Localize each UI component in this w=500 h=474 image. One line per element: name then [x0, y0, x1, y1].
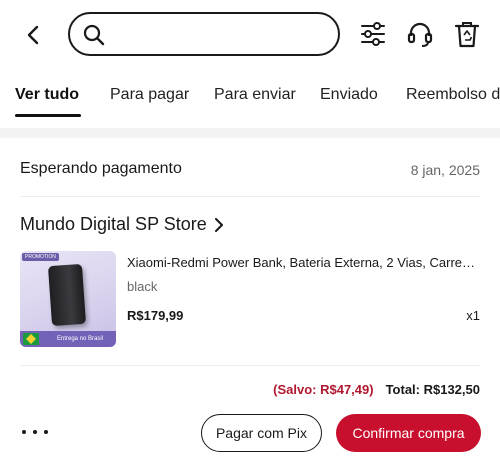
back-button[interactable] [18, 20, 48, 50]
more-dots-icon-dot [33, 430, 37, 434]
more-dots-icon [22, 430, 26, 434]
more-options-button[interactable] [22, 422, 48, 442]
confirm-purchase-button[interactable]: Confirmar compra [336, 414, 481, 452]
recycle-bin-icon [454, 22, 480, 48]
order-card: Esperando pagamento 8 jan, 2025 Mundo Di… [0, 138, 500, 474]
divider [20, 196, 480, 197]
tab-para-enviar[interactable]: Para enviar [214, 86, 296, 104]
back-arrow-icon [27, 25, 39, 45]
image-caption: Entrega no Brasil [57, 336, 104, 342]
power-bank-picture [47, 263, 87, 327]
order-date: 8 jan, 2025 [410, 162, 480, 178]
filter-button[interactable] [358, 18, 388, 50]
product-image[interactable]: PROMOTION Entrega no Brasil [20, 251, 116, 347]
search-icon [83, 24, 105, 46]
headset-icon [407, 22, 433, 47]
customer-service-button[interactable] [405, 18, 435, 50]
divider [20, 365, 480, 366]
tab-para-pagar[interactable]: Para pagar [110, 86, 189, 104]
active-tab-indicator [15, 114, 81, 117]
product-title[interactable]: Xiaomi-Redmi Power Bank, Bateria Externa… [127, 255, 482, 270]
image-badge: PROMOTION [22, 253, 59, 261]
total-amount: Total: R$132,50 [385, 382, 480, 397]
brazil-flag-icon [23, 333, 39, 345]
search-input[interactable] [114, 20, 324, 48]
more-dots-icon-dot [44, 430, 48, 434]
tab-ver-tudo[interactable]: Ver tudo [15, 86, 79, 104]
image-caption-bar: Entrega no Brasil [20, 331, 116, 347]
section-divider [0, 128, 500, 138]
pay-with-pix-button[interactable]: Pagar com Pix [201, 414, 322, 452]
product-price: R$179,99 [127, 308, 184, 323]
chevron-right-icon [214, 217, 223, 232]
tab-enviado[interactable]: Enviado [320, 86, 378, 104]
product-variant: black [127, 279, 158, 294]
tab-reembolso[interactable]: Reembolso de [406, 86, 500, 104]
store-link[interactable]: Mundo Digital SP Store [20, 214, 225, 235]
filter-sliders-icon [361, 22, 385, 46]
order-status: Esperando pagamento [20, 160, 182, 177]
top-bar [0, 0, 500, 70]
recycle-bin-button[interactable] [452, 18, 482, 50]
search-box[interactable] [68, 12, 340, 56]
order-totals: (Salvo: R$47,49) Total: R$132,50 [273, 382, 480, 397]
order-tabs: Ver tudo Para pagar Para enviar Enviado … [0, 80, 500, 120]
saved-amount: (Salvo: R$47,49) [273, 382, 374, 397]
product-quantity: x1 [466, 308, 480, 323]
store-name: Mundo Digital SP Store [20, 214, 207, 234]
